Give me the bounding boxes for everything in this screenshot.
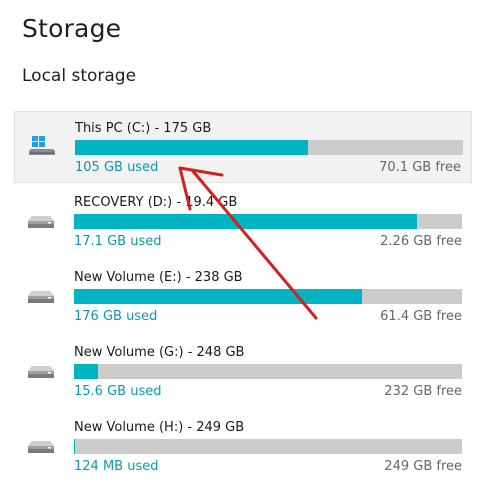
hard-drive-icon <box>28 216 54 228</box>
usage-bar <box>74 439 462 454</box>
drive-item-c[interactable]: This PC (C:) - 175 GB 105 GB used 70.1 G… <box>14 111 472 183</box>
drive-item-g[interactable]: New Volume (G:) - 248 GB 15.6 GB used 23… <box>14 336 472 408</box>
page-title: Storage <box>22 14 122 43</box>
drive-name: New Volume (E:) - 238 GB <box>74 270 243 285</box>
free-label: 61.4 GB free <box>380 309 462 324</box>
usage-bar-fill <box>74 364 99 379</box>
free-label: 2.26 GB free <box>380 234 462 249</box>
usage-bar <box>74 364 462 379</box>
used-label: 176 GB used <box>74 309 158 324</box>
usage-bar-fill <box>75 140 308 155</box>
usage-bar <box>74 289 462 304</box>
used-label: 17.1 GB used <box>74 234 162 249</box>
hard-drive-icon <box>28 291 54 303</box>
usage-bar <box>74 214 462 229</box>
free-label: 232 GB free <box>384 384 462 399</box>
drive-item-h[interactable]: New Volume (H:) - 249 GB 124 MB used 249… <box>14 411 472 483</box>
free-label: 70.1 GB free <box>379 160 461 175</box>
drive-item-d[interactable]: RECOVERY (D:) - 19.4 GB 17.1 GB used 2.2… <box>14 186 472 258</box>
free-label: 249 GB free <box>384 459 462 474</box>
section-title: Local storage <box>22 66 137 86</box>
drive-name: This PC (C:) - 175 GB <box>75 121 212 136</box>
usage-bar-fill <box>74 289 362 304</box>
drive-name: New Volume (G:) - 248 GB <box>74 345 245 360</box>
drive-name: RECOVERY (D:) - 19.4 GB <box>74 195 238 210</box>
usage-bar <box>75 140 463 155</box>
used-label: 15.6 GB used <box>74 384 162 399</box>
hard-drive-icon <box>28 366 54 378</box>
windows-drive-icon <box>29 136 55 155</box>
usage-bar-fill <box>74 214 417 229</box>
used-label: 105 GB used <box>75 160 159 175</box>
drive-name: New Volume (H:) - 249 GB <box>74 420 245 435</box>
drive-item-e[interactable]: New Volume (E:) - 238 GB 176 GB used 61.… <box>14 261 472 333</box>
hard-drive-icon <box>28 441 54 453</box>
used-label: 124 MB used <box>74 459 159 474</box>
